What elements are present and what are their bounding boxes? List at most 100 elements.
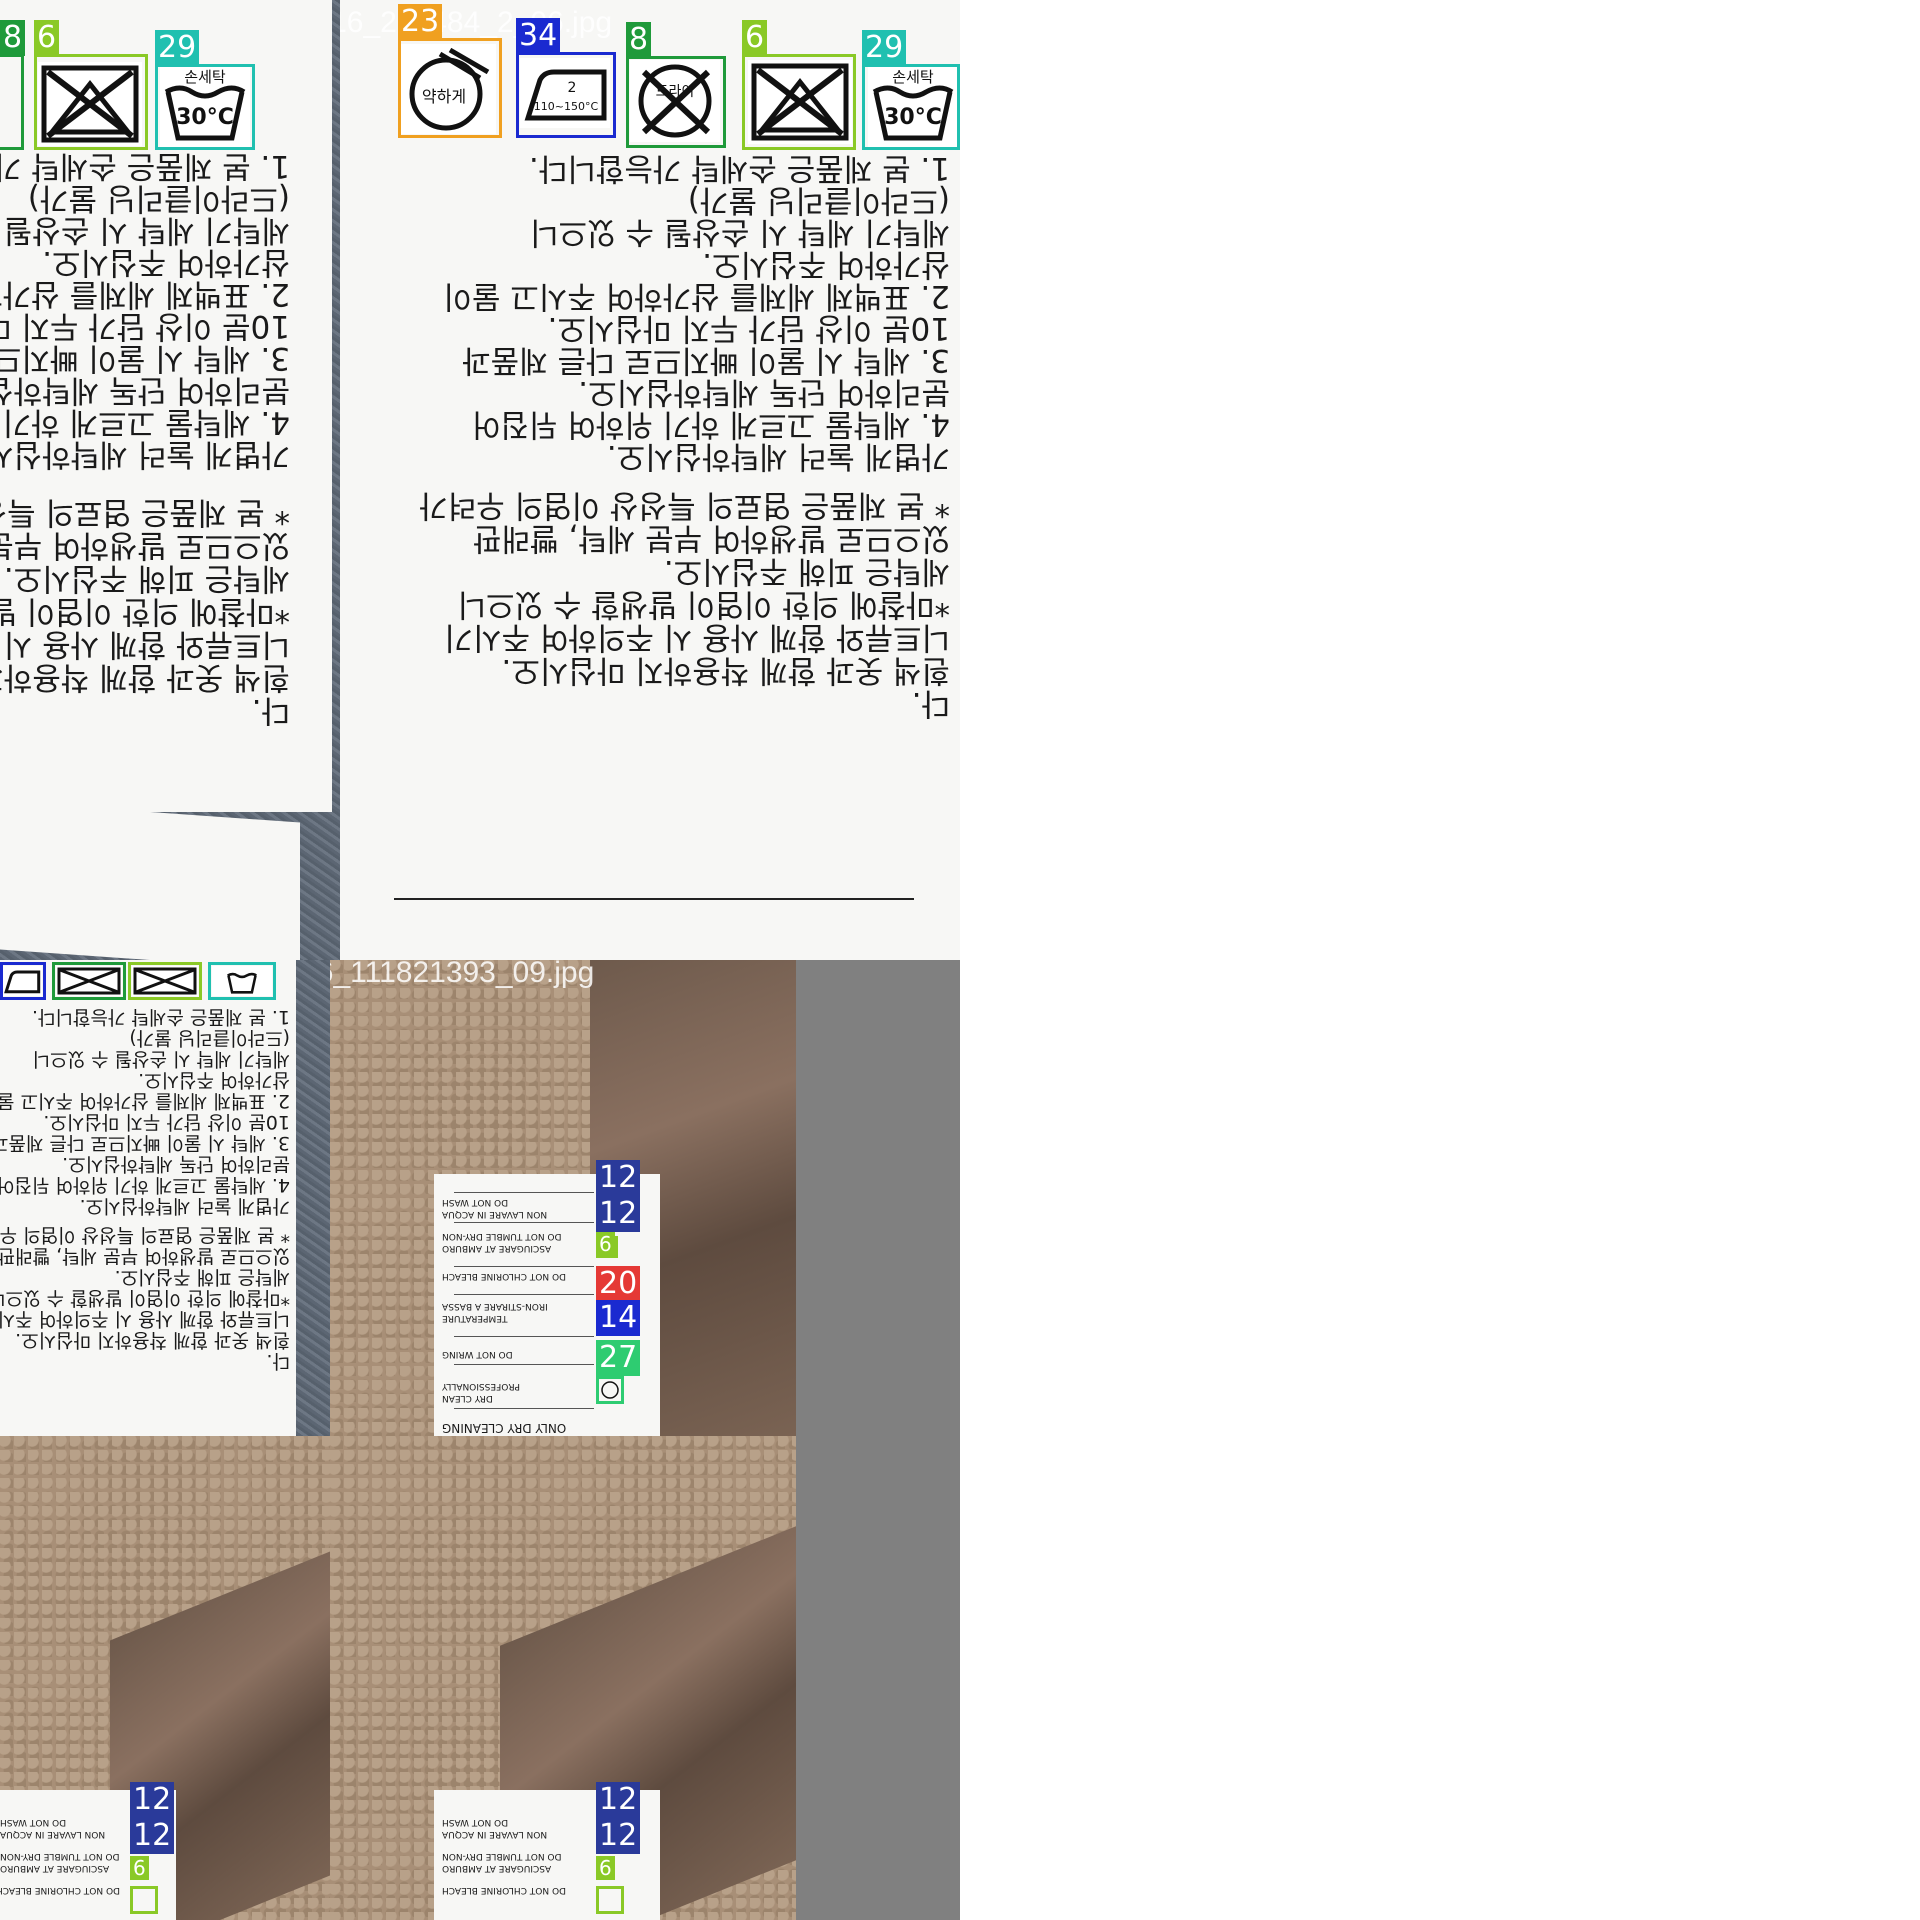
detection-label: 29 — [155, 30, 200, 66]
label-line: 삼가하여 주십시오. — [702, 246, 950, 282]
label-line: * 본 제품은 염료의 특성상 이염의 우려가 — [419, 487, 950, 523]
label-line: 흰색 옷과 함께 착용하지 마십시오. — [501, 652, 950, 688]
detection-label: 34 — [516, 18, 561, 54]
detection-box — [742, 54, 856, 150]
detection-label: 12 — [596, 1196, 641, 1232]
tag-line: IRON-STIRARE A BASSA — [442, 1301, 548, 1311]
tag-line: ASCIUGARE AT AMBURO — [0, 1863, 110, 1873]
care-tag-text: DO NOT WASH NON LAVARE IN ACQUA DO NOT T… — [442, 1816, 592, 1896]
padding-region — [796, 1436, 960, 1920]
tag-line: DRY CLEAN — [442, 1393, 493, 1403]
professional-dry-clean-icon — [600, 1380, 620, 1400]
tile-mid-left: 1. 본 제품은 손세탁 가능합니다. (드라이클리닝 불가) 세탁기 세탁 시… — [0, 960, 330, 1436]
label-line: 흰색 옷과 함께 착용하지 마십시오. — [15, 1329, 290, 1351]
detection-label: 12 — [130, 1818, 175, 1854]
tag-line: DO NOT WRING — [442, 1349, 513, 1359]
detection-box — [0, 54, 24, 150]
tag-line: TEMPERATURE — [442, 1313, 508, 1323]
label-line: 있으므로 발생하여 부분 세탁, 빨래판 — [0, 527, 290, 563]
tile-top-right: 1. 본 제품은 손세탁 가능합니다. (드라이클리닝 불가) 세탁기 세탁 시… — [340, 0, 960, 960]
tag-line: DO NOT CHLORINE BLEACH — [442, 1885, 566, 1895]
label-line: 있으므로 발생하여 부분 세탁, 빨래판 — [472, 520, 950, 556]
label-line: 니트류와 함께 사용 시 주의하여 주시기 — [3, 626, 290, 662]
label-line: 가볍게 눌러 세탁하십시오. — [0, 436, 290, 472]
label-line: 다. — [266, 1350, 290, 1372]
label-line: 분리하여 단독 세탁하십시오. — [578, 374, 950, 410]
tag-divider — [454, 1266, 594, 1267]
label-line: *마찰에 의한 이염이 발생할 수 있으니 — [0, 593, 290, 629]
label-line: 분리하여 단독 세탁하십시오. — [62, 1153, 290, 1175]
label-line: 세탁은 피해 주십시오. — [3, 560, 290, 596]
label-line: *마찰에 의한 이염이 발생할 수 있으니 — [0, 1287, 290, 1309]
tag-divider — [454, 1408, 594, 1409]
image-filename: 20250516_231484_2_06.jpg — [340, 6, 613, 39]
detection-label: 6 — [130, 1856, 149, 1880]
detection-label: 12 — [596, 1160, 641, 1196]
tag-line: NON LAVARE IN ACQUA — [442, 1209, 548, 1219]
detection-box — [52, 962, 126, 1000]
label-line: 있으므로 발생하여 부분 세탁, 빨래판 — [0, 1245, 290, 1267]
detection-label: 12 — [596, 1782, 641, 1818]
tag-line: DO NOT TUMBLE DRY-NON — [442, 1851, 562, 1861]
image-filename: 20250516_111821393_09.jpg — [330, 960, 595, 989]
label-line: 세탁기 세탁 시 손상될 수 있으니 — [529, 214, 950, 250]
detection-label: 6 — [742, 20, 768, 56]
label-line: 세탁은 피해 주십시오. — [114, 1266, 290, 1288]
label-line: 1. 본 제품은 손세탁 가능합니다. — [528, 150, 950, 186]
tag-line: DO NOT CHLORINE BLEACH — [442, 1271, 566, 1281]
label-line: 4. 세탁물 고르게 하기 위하여 뒤집어 — [471, 406, 950, 442]
tag-line: ONLY DRY CLEANING — [442, 1421, 567, 1435]
tag-line: PROFESSIONALLY — [442, 1381, 521, 1391]
label-line: 10분 이상 담가 두지 마십시오. — [43, 1111, 290, 1133]
label-line: 세탁은 피해 주십시오. — [663, 553, 950, 589]
label-line: 흰색 옷과 함께 착용하지 마십시오. — [0, 659, 290, 695]
detection-box — [130, 1886, 158, 1914]
label-line: 3. 세탁 시 물이 빠지므로 다른 제품과 — [0, 340, 290, 376]
label-line: * 본 제품은 염료의 특성상 이염의 우려가 — [0, 494, 290, 530]
label-line: 2. 표백제 세제를 삼가하여 주시고 물이 — [443, 278, 950, 314]
detection-label: 6 — [34, 20, 60, 56]
tag-line: NON LAVARE IN ACQUA — [0, 1829, 106, 1839]
label-line: 가볍게 눌러 세탁하십시오. — [606, 438, 950, 474]
detection-box — [596, 1886, 624, 1914]
label-line: 4. 세탁물 고르게 하기 위하여 뒤집어 — [2, 404, 290, 440]
tag-line: DO NOT TUMBLE DRY-NON — [442, 1231, 562, 1241]
tag-line: NON LAVARE IN ACQUA — [442, 1829, 548, 1839]
label-line: (드라이클리닝 불가) — [687, 182, 950, 218]
label-line: 1. 본 제품은 손세탁 가능합니다. — [31, 1006, 290, 1028]
tag-line: DO NOT CHLORINE BLEACH — [0, 1885, 120, 1895]
label-line: 2. 표백제 세제를 삼가하여 주시고 물이 — [0, 1090, 290, 1112]
label-line: * 본 제품은 염료의 특성상 이염의 우려가 — [0, 1224, 290, 1246]
tile-top-left: 1. 본 제품은 손세탁 가능합니다. (드라이클리닝 불가) 세탁기 세탁 시… — [0, 0, 340, 960]
training-mosaic: 1. 본 제품은 손세탁 가능합니다. (드라이클리닝 불가) 세탁기 세탁 시… — [0, 0, 960, 1920]
label-line: 3. 세탁 시 물이 빠지므로 다른 제품과 — [0, 1132, 290, 1154]
label-line: 니트류와 함께 사용 시 주의하여 주시기 — [0, 1308, 290, 1330]
tile-bottom-left: DO NOT WASH NON LAVARE IN ACQUA DO NOT T… — [0, 1436, 330, 1920]
tag-line: DO NOT TUMBLE DRY-NON — [0, 1851, 120, 1861]
detection-box — [128, 962, 202, 1000]
detection-label: 8 — [0, 20, 26, 56]
detection-box — [155, 64, 255, 150]
korean-label-text: 1. 본 제품은 손세탁 가능합니다. (드라이클리닝 불가) 세탁기 세탁 시… — [0, 148, 290, 472]
care-label-sheet-lower — [340, 812, 960, 960]
korean-label-text: 1. 본 제품은 손세탁 가능합니다. (드라이클리닝 불가) 세탁기 세탁 시… — [0, 1006, 290, 1372]
label-line: 10분 이상 담가 두지 마십시오. — [547, 310, 950, 346]
tag-divider — [454, 1336, 594, 1337]
label-line: 니트류와 함께 사용 시 주의하여 주시기 — [444, 619, 950, 655]
korean-label-text-lower: * 본 제품은 염료의 특성상 이염의 우려가 있으므로 발생하여 부분 세탁,… — [0, 494, 290, 728]
detection-box — [516, 52, 616, 138]
label-line: 1. 본 제품은 손세탁 가능합니다. — [0, 148, 290, 184]
detection-label: 20 — [596, 1266, 641, 1302]
detection-box — [208, 962, 276, 1000]
detection-label: 27 — [596, 1340, 641, 1376]
label-line: 삼가하여 주십시오. — [42, 244, 290, 280]
korean-label-text-lower: * 본 제품은 염료의 특성상 이염의 우려가 있으므로 발생하여 부분 세탁,… — [340, 487, 950, 721]
tag-divider — [454, 1192, 594, 1193]
detection-label: 29 — [862, 30, 907, 66]
detection-label: 12 — [130, 1782, 175, 1818]
label-line: 3. 세탁 시 물이 빠지므로 다른 제품과 — [462, 342, 950, 378]
label-line: (드라이클리닝 불가) — [27, 180, 290, 216]
label-line: *마찰에 의한 이염이 발생할 수 있으니 — [457, 586, 950, 622]
detection-box — [0, 962, 46, 1000]
detection-label: 14 — [596, 1300, 641, 1336]
